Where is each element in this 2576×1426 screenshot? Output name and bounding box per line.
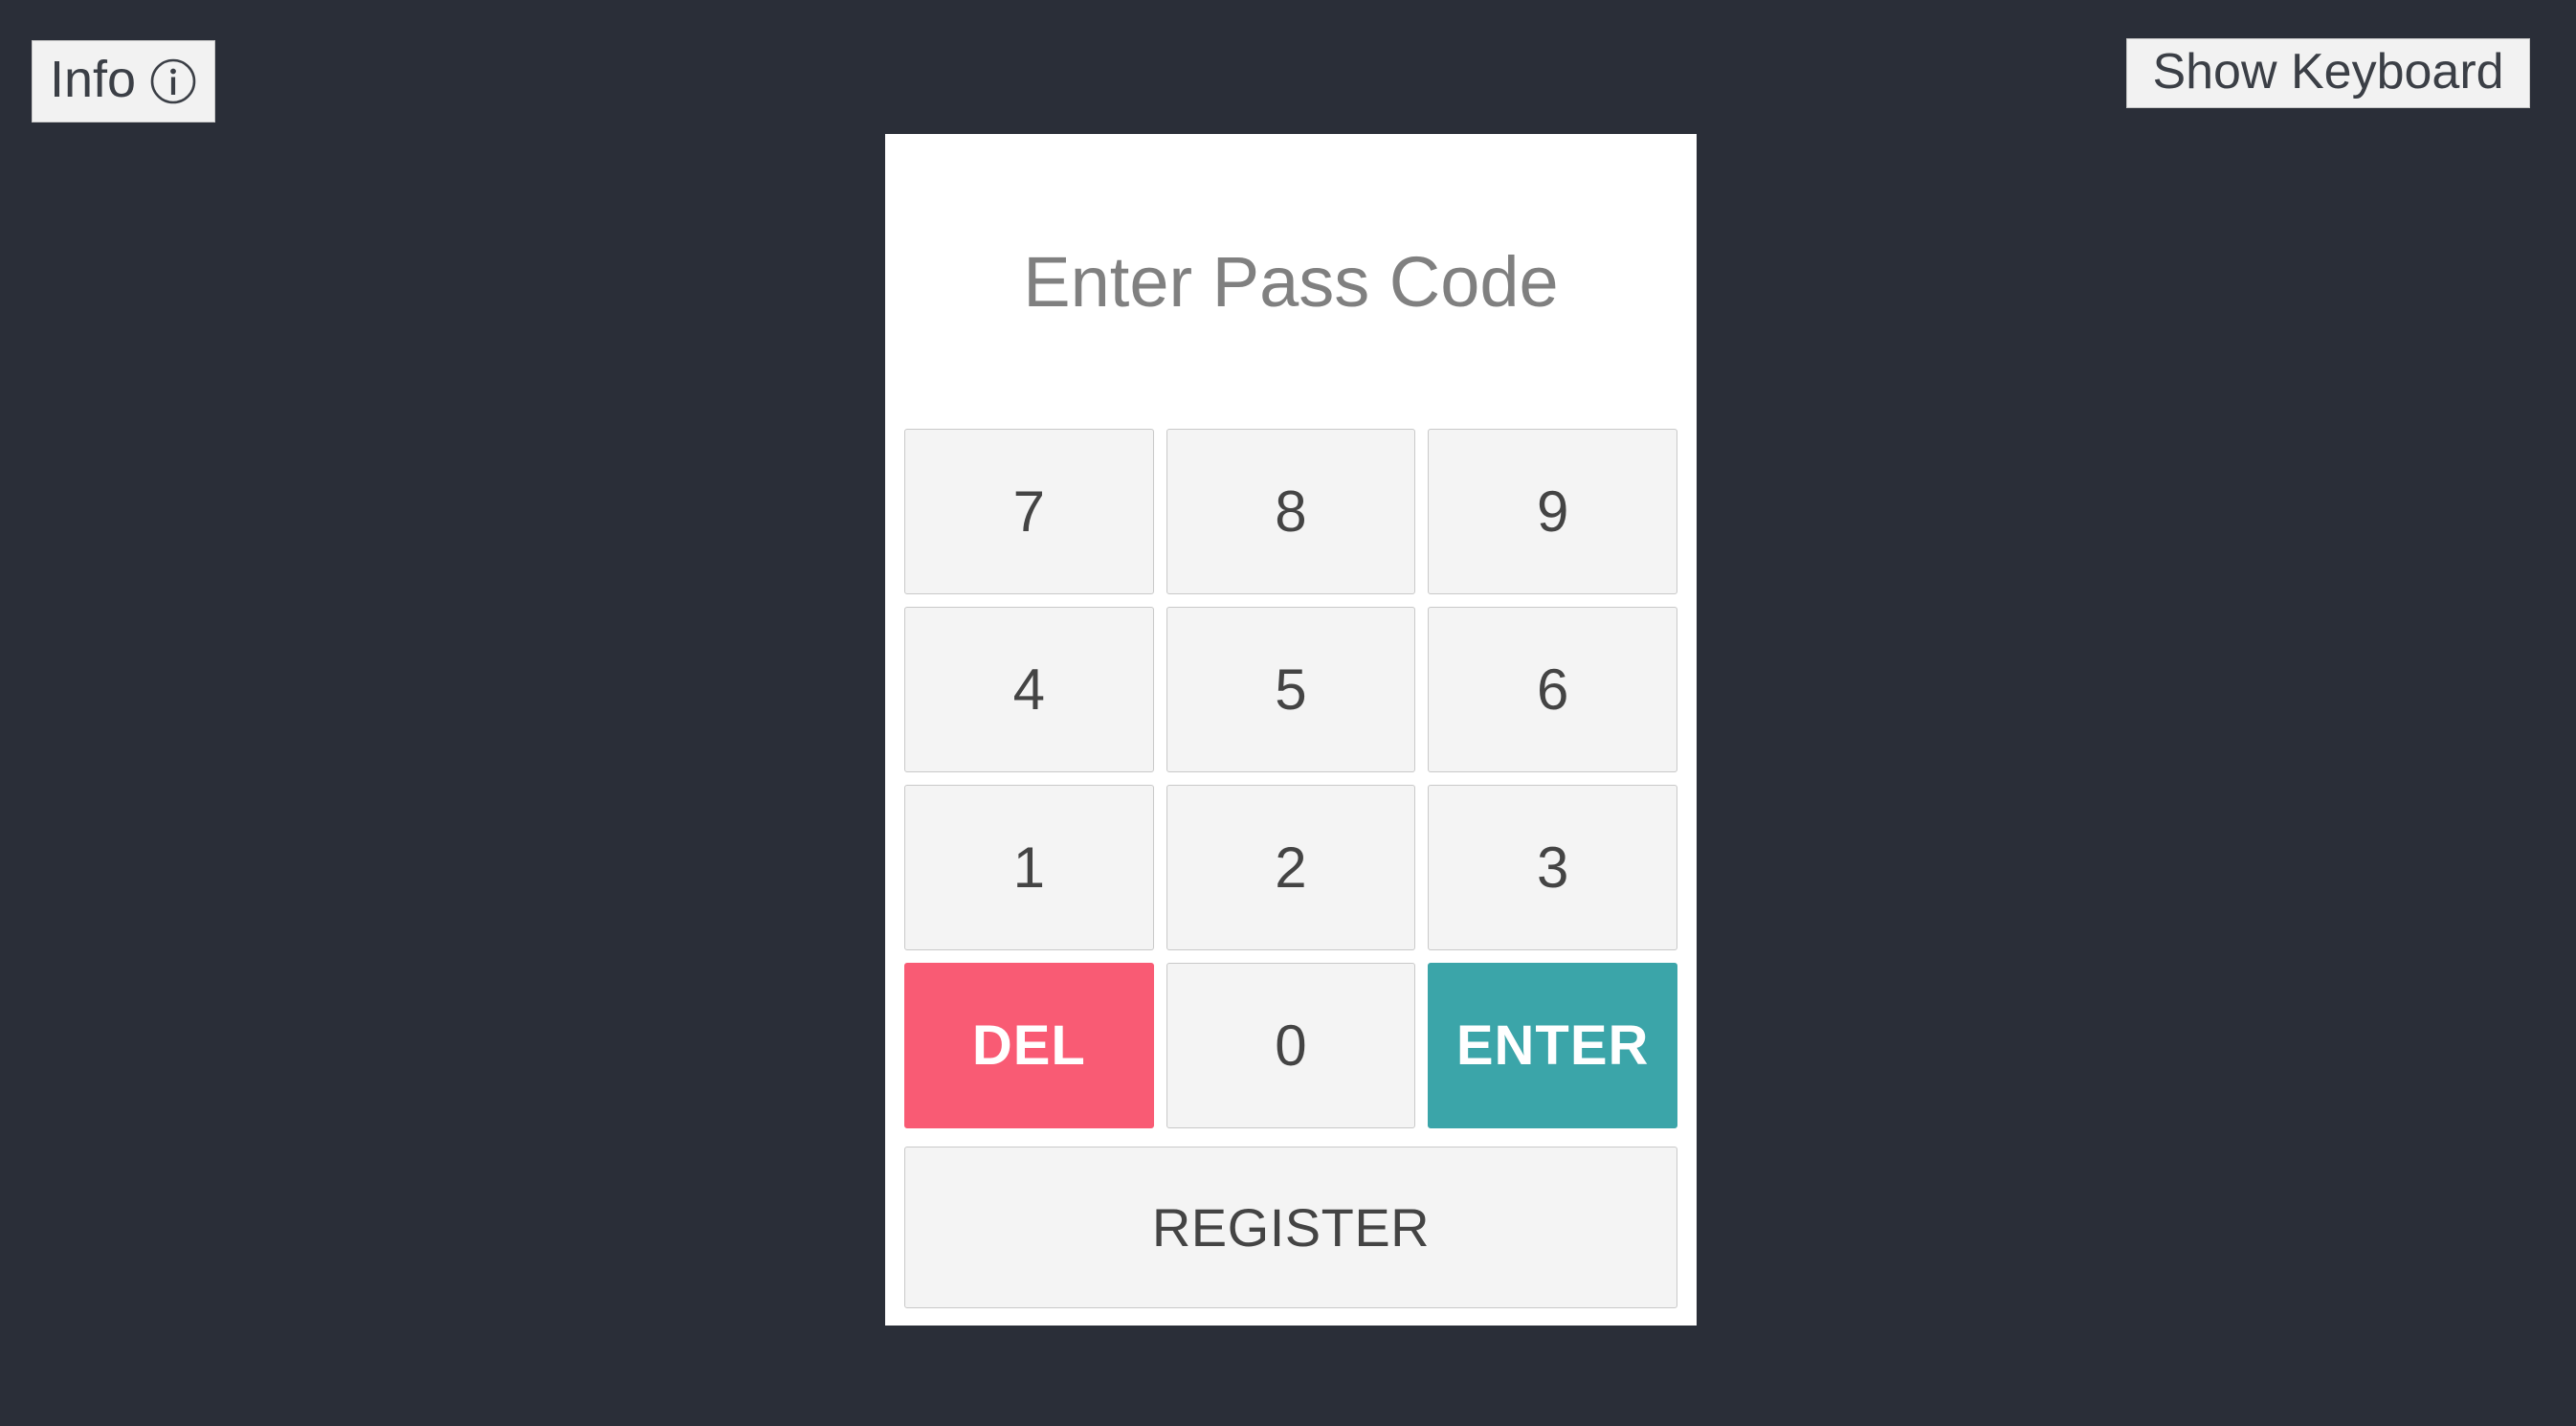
key-2[interactable]: 2 [1166, 785, 1416, 950]
page-title: Enter Pass Code [1023, 241, 1559, 322]
register-button[interactable]: REGISTER [904, 1147, 1677, 1308]
key-3[interactable]: 3 [1428, 785, 1677, 950]
key-9[interactable]: 9 [1428, 429, 1677, 594]
key-0[interactable]: 0 [1166, 963, 1416, 1128]
key-8[interactable]: 8 [1166, 429, 1416, 594]
numeric-keypad: 7 8 9 4 5 6 1 2 3 DEL 0 ENTER [904, 429, 1677, 1128]
key-enter[interactable]: ENTER [1428, 963, 1677, 1128]
info-circle-icon [149, 57, 197, 105]
key-7[interactable]: 7 [904, 429, 1154, 594]
passcode-card: Enter Pass Code 7 8 9 4 5 6 1 2 3 DEL 0 … [885, 134, 1697, 1326]
show-keyboard-button-label: Show Keyboard [2152, 43, 2504, 100]
key-6[interactable]: 6 [1428, 607, 1677, 772]
key-4[interactable]: 4 [904, 607, 1154, 772]
info-button-label: Info [49, 51, 137, 108]
key-5[interactable]: 5 [1166, 607, 1416, 772]
info-button[interactable]: Info [32, 40, 215, 123]
show-keyboard-button[interactable]: Show Keyboard [2126, 38, 2530, 108]
key-delete[interactable]: DEL [904, 963, 1154, 1128]
key-1[interactable]: 1 [904, 785, 1154, 950]
